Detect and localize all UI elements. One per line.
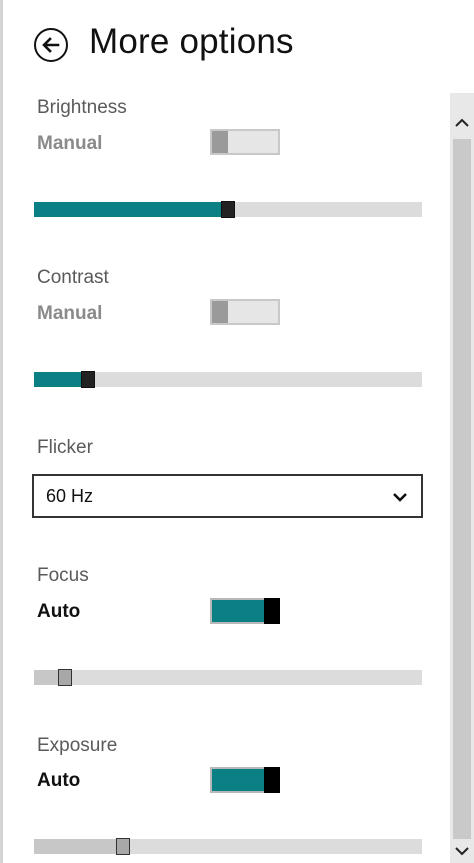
contrast-label: Contrast (37, 267, 109, 288)
flicker-selected-value: 60 Hz (46, 486, 94, 506)
slider-fill (34, 839, 123, 854)
chevron-down-icon (455, 847, 469, 856)
slider-fill (34, 372, 88, 387)
chevron-up-icon (455, 118, 469, 127)
back-arrow-icon (42, 37, 60, 53)
panel-divider (0, 0, 3, 863)
page-title: More options (89, 22, 294, 61)
scroll-down-button[interactable] (450, 843, 474, 859)
contrast-auto-toggle[interactable] (210, 299, 280, 325)
slider-fill (34, 202, 228, 217)
toggle-thumb (264, 767, 280, 793)
contrast-mode-label: Manual (37, 303, 103, 324)
toggle-thumb (264, 598, 280, 624)
slider-thumb[interactable] (221, 201, 235, 218)
slider-thumb[interactable] (116, 838, 130, 855)
focus-auto-toggle[interactable] (209, 597, 281, 625)
exposure-auto-toggle[interactable] (209, 766, 281, 794)
scroll-up-button[interactable] (450, 113, 474, 133)
focus-slider[interactable] (34, 669, 422, 686)
contrast-slider[interactable] (34, 371, 422, 388)
exposure-slider[interactable] (34, 838, 422, 855)
focus-label: Focus (37, 565, 89, 586)
exposure-mode-label: Auto (37, 770, 81, 791)
brightness-label: Brightness (37, 97, 127, 118)
back-button[interactable] (34, 28, 68, 62)
chevron-down-icon (393, 493, 407, 502)
toggle-thumb (212, 131, 228, 153)
scrollbar-thumb[interactable] (453, 139, 471, 839)
exposure-label: Exposure (37, 735, 118, 756)
slider-thumb[interactable] (58, 669, 72, 686)
focus-mode-label: Auto (37, 601, 81, 622)
toggle-thumb (212, 301, 228, 323)
flicker-dropdown[interactable]: 60 Hz (32, 474, 423, 518)
brightness-mode-label: Manual (37, 133, 103, 154)
brightness-auto-toggle[interactable] (210, 129, 280, 155)
flicker-label: Flicker (37, 437, 93, 458)
slider-thumb[interactable] (81, 371, 95, 388)
brightness-slider[interactable] (34, 201, 422, 218)
more-options-panel: More options Brightness Manual Contrast … (0, 0, 474, 863)
vertical-scrollbar[interactable] (450, 93, 474, 863)
